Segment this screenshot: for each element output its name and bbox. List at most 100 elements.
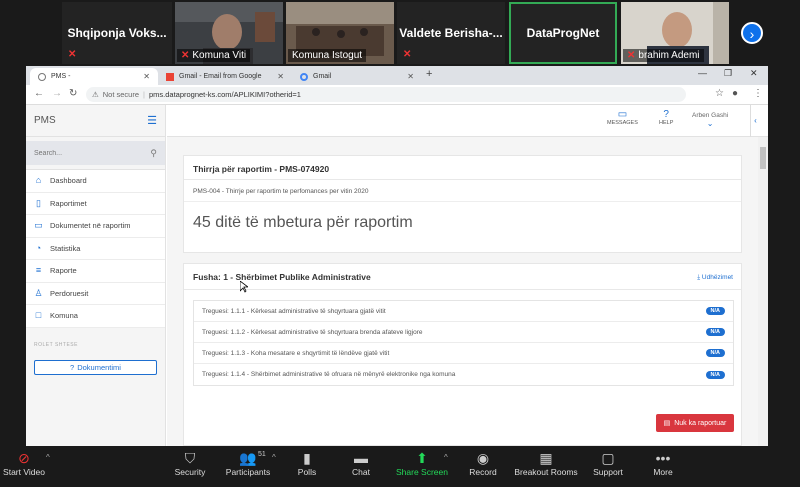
sidebar-item-statistika[interactable]: ◔ Statistika	[26, 238, 165, 260]
report-subtitle: PMS-004 - Thirrje per raportim te perfom…	[184, 180, 741, 202]
participant-tile[interactable]: Valdete Berisha-... ✕	[397, 2, 505, 64]
minimize-icon[interactable]: —	[698, 68, 707, 78]
warning-icon: ⚠	[92, 90, 99, 99]
restore-icon[interactable]: ❐	[724, 68, 732, 79]
sidebar-header: PMS ☰	[26, 105, 165, 137]
search-icon[interactable]: ⚲	[150, 148, 157, 159]
new-tab-button[interactable]: +	[426, 68, 432, 80]
reload-icon[interactable]: ↻	[69, 88, 77, 99]
breakout-rooms-button[interactable]: ▦ Breakout Rooms	[514, 449, 578, 477]
sidebar-item-label: Statistika	[50, 243, 81, 253]
app-logo: PMS	[34, 115, 56, 126]
search-input[interactable]	[34, 149, 124, 157]
close-tab-icon[interactable]: ✕	[407, 72, 414, 81]
field-card: Fusha: 1 - Shërbimet Publike Administrat…	[183, 263, 742, 446]
participant-caption: Komuna Istogut	[288, 49, 367, 62]
indicator-label: Treguesi: 1.1.2 - Kërkesat administrativ…	[202, 328, 423, 336]
participant-tile-active-speaker[interactable]: DataProgNet	[509, 2, 617, 64]
sidebar-search: ⚲	[26, 141, 165, 165]
home-icon: ⌂	[35, 175, 42, 186]
indicator-row[interactable]: Treguesi: 1.1.1 - Kërkesat administrativ…	[194, 301, 733, 322]
sidebar-item-raporte[interactable]: ≡ Raporte	[26, 260, 165, 283]
support-label: Support	[593, 467, 623, 477]
participant-tile[interactable]: ✕ Komuna Viti	[175, 2, 283, 64]
participant-gallery: Shqiponja Voks... ✕ ✕ Komuna Viti Komuna…	[0, 0, 800, 66]
documentation-label: Dokumentimi	[77, 362, 121, 372]
not-reported-button[interactable]: ▤ Nuk ka raportuar	[656, 414, 734, 432]
guidelines-link[interactable]: ⤓ Udhëzimet	[697, 274, 733, 282]
mic-muted-icon: ✕	[403, 49, 412, 60]
browser-window: PMS - ✕ Gmail - Email from Google ✕ Gmai…	[26, 66, 768, 446]
forward-icon[interactable]: →	[52, 88, 62, 99]
mic-muted-icon: ✕	[627, 50, 636, 61]
support-button[interactable]: ▢ Support	[590, 449, 626, 477]
participant-name: Shqiponja Voks...	[67, 26, 167, 40]
indicator-row[interactable]: Treguesi: 1.1.4 - Shërbimet administrati…	[194, 364, 733, 385]
security-button[interactable]: ⛉ Security	[172, 449, 208, 477]
scrollbar[interactable]	[758, 137, 768, 446]
scrollbar-thumb[interactable]	[760, 147, 766, 169]
sidebar-item-dokumentet[interactable]: ▭ Dokumentet në raportim	[26, 215, 165, 238]
sidebar-item-perdoruesit[interactable]: ♙ Perdoruesit	[26, 283, 165, 305]
polls-label: Polls	[297, 467, 317, 477]
star-icon[interactable]: ☆	[715, 88, 724, 99]
sidebar-item-raportimet[interactable]: ▯ Raportimet	[26, 193, 165, 215]
chat-bubble-icon: ▭	[617, 109, 628, 120]
url-input[interactable]: ⚠ Not secure | pms.dataprognet-ks.com/AP…	[86, 87, 686, 102]
participant-tile[interactable]: Komuna Istogut	[286, 2, 394, 64]
pie-chart-icon: ◔	[35, 242, 42, 253]
tab-label: Gmail	[313, 73, 332, 80]
close-window-icon[interactable]: ✕	[750, 68, 758, 79]
google-icon	[300, 72, 308, 81]
sidebar-item-dashboard[interactable]: ⌂ Dashboard	[26, 170, 165, 193]
mic-muted-icon: ✕	[68, 49, 77, 60]
record-button[interactable]: ◉ Record	[466, 449, 500, 477]
sidebar-item-label: Perdoruesit	[50, 288, 89, 298]
report-call-card: Thirrja për raportim - PMS-074920 PMS-00…	[183, 155, 742, 253]
share-screen-button[interactable]: ⬆ Share Screen	[396, 449, 448, 477]
back-icon[interactable]: ←	[34, 88, 44, 99]
not-reported-label: Nuk ka raportuar	[674, 419, 727, 427]
polls-button[interactable]: ▮ Polls	[292, 449, 322, 477]
tab-pms[interactable]: PMS - ✕	[30, 68, 158, 85]
close-tab-icon[interactable]: ✕	[143, 72, 150, 81]
guidelines-label: Udhëzimet	[701, 274, 733, 281]
kebab-menu-icon[interactable]: ⋮	[753, 88, 763, 99]
sidebar-item-komuna[interactable]: □ Komuna	[26, 305, 165, 328]
participant-tile[interactable]: ✕ brahim Ademi	[621, 2, 729, 64]
profile-icon[interactable]: ●	[732, 88, 738, 99]
participants-button[interactable]: 👥 Participants	[222, 449, 274, 477]
tab-gmail-email[interactable]: Gmail - Email from Google ✕	[158, 68, 292, 85]
caret-up-icon[interactable]: ^	[444, 453, 448, 462]
participants-count: 51	[258, 451, 266, 458]
more-label: More	[653, 467, 673, 477]
help-button[interactable]: ? HELP	[659, 109, 673, 126]
more-button[interactable]: ••• More	[648, 449, 678, 477]
top-bar: ▭ MESSAGES ? HELP Arben Gashi ⌄ ‹	[167, 105, 768, 137]
user-menu[interactable]: Arben Gashi ⌄	[692, 112, 728, 128]
participant-name: brahim Ademi	[638, 50, 700, 61]
hamburger-menu-icon[interactable]: ☰	[147, 114, 157, 127]
list-icon: ≡	[35, 265, 42, 276]
close-tab-icon[interactable]: ✕	[277, 72, 284, 81]
indicator-label: Treguesi: 1.1.3 - Koha mesatare e shqyrt…	[202, 349, 390, 357]
tab-gmail[interactable]: Gmail ✕	[292, 68, 422, 85]
start-video-button[interactable]: ⊘ Start Video	[2, 449, 46, 477]
indicator-row[interactable]: Treguesi: 1.1.3 - Koha mesatare e shqyrt…	[194, 343, 733, 364]
field-title: Fusha: 1 - Shërbimet Publike Administrat…	[193, 272, 371, 282]
participants-label: Participants	[225, 467, 271, 477]
chat-button[interactable]: ▬ Chat	[346, 449, 376, 477]
days-left: 45 ditë të mbetura për raportim	[193, 214, 413, 231]
gmail-icon	[166, 72, 174, 81]
globe-icon	[38, 72, 46, 81]
participant-tile[interactable]: Shqiponja Voks... ✕	[62, 2, 172, 64]
gallery-next-page-button[interactable]: ›	[741, 22, 763, 44]
documentation-button[interactable]: ? Dokumentimi	[34, 359, 157, 375]
caret-up-icon[interactable]: ^	[272, 453, 276, 462]
indicator-row[interactable]: Treguesi: 1.1.2 - Kërkesat administrativ…	[194, 322, 733, 343]
participant-caption: ✕ brahim Ademi	[623, 49, 704, 62]
caret-up-icon[interactable]: ^	[46, 453, 50, 462]
messages-button[interactable]: ▭ MESSAGES	[607, 109, 638, 126]
collapse-panel-icon[interactable]: ‹	[750, 105, 760, 137]
security-label: Security	[174, 467, 206, 477]
